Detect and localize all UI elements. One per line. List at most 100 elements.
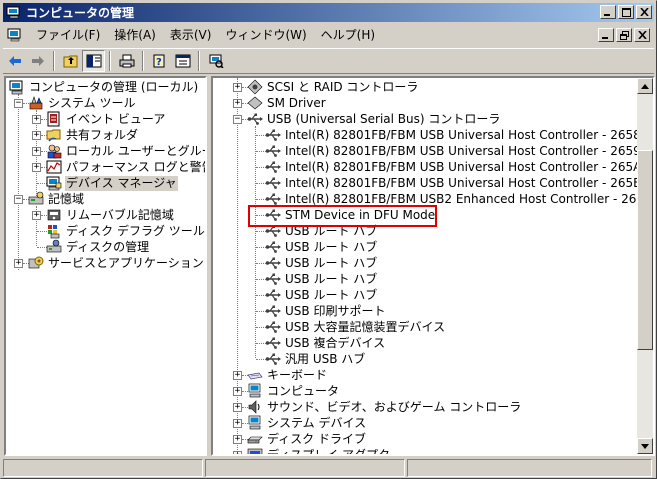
expand-category[interactable]: + (233, 387, 242, 396)
tree-item-disk-defrag[interactable]: ディスク デフラグ ツール (46, 223, 205, 239)
maximize-button[interactable] (618, 5, 634, 19)
device-item[interactable]: USB 印刷サポート (265, 303, 386, 319)
menu-action[interactable]: 操作(A) (107, 26, 163, 44)
scan-hardware-button[interactable] (204, 50, 227, 72)
tree-item-computer-management[interactable]: コンピュータの管理 (ローカル) (9, 79, 199, 95)
up-one-level-button[interactable] (59, 50, 82, 72)
expand-local-users[interactable]: + (32, 147, 41, 156)
device-item[interactable]: USB 大容量記憶装置デバイス (265, 319, 446, 335)
minimize-button[interactable] (600, 5, 616, 19)
back-button[interactable] (3, 50, 26, 72)
tree-connector (237, 78, 238, 454)
expand-category[interactable]: + (233, 435, 242, 444)
collapse-storage[interactable]: − (14, 195, 23, 204)
device-category[interactable]: SM Driver (247, 95, 327, 111)
minimize-icon (602, 37, 608, 39)
action-pane-button[interactable] (171, 50, 194, 72)
expand-event-viewer[interactable]: + (32, 115, 41, 124)
window-title: コンピュータの管理 (26, 6, 135, 20)
console-tree-pane[interactable]: コンピュータの管理 (ローカル) − システム ツール + イベント ビューア … (4, 76, 207, 456)
usb-icon (265, 159, 281, 175)
tree-item-performance-logs[interactable]: パフォーマンス ログと警告 (46, 159, 205, 175)
device-item[interactable]: Intel(R) 82801FB/FBM USB Universal Host … (265, 127, 642, 143)
child-restore-button[interactable] (616, 28, 632, 42)
tree-item-shared-folders[interactable]: 共有フォルダ (46, 127, 139, 143)
print-button[interactable] (115, 50, 138, 72)
expand-performance-logs[interactable]: + (32, 163, 41, 172)
child-close-button[interactable] (634, 28, 650, 42)
tree-item-device-manager[interactable]: デバイス マネージャ (46, 175, 178, 191)
computer-icon (247, 415, 263, 431)
help-button[interactable]: ? (148, 50, 171, 72)
tree-item-local-users-groups[interactable]: ローカル ユーザーとグループ (46, 143, 205, 159)
expand-category[interactable]: + (233, 403, 242, 412)
expand-category[interactable]: + (233, 99, 242, 108)
menu-view[interactable]: 表示(V) (163, 26, 219, 44)
forward-button[interactable] (26, 50, 49, 72)
tree-item-services-apps[interactable]: サービスとアプリケーション (28, 255, 205, 271)
expand-shared-folders[interactable]: + (32, 131, 41, 140)
vertical-scrollbar[interactable] (637, 78, 653, 454)
expand-category[interactable]: + (233, 83, 242, 92)
tree-connector (18, 94, 19, 270)
device-category[interactable]: SCSI と RAID コントローラ (247, 79, 419, 95)
device-tree-pane[interactable]: + SCSI と RAID コントローラ + SM Driver − USB (Unive… (211, 76, 655, 456)
device-category[interactable]: システム デバイス (247, 415, 367, 431)
svg-text:?: ? (156, 57, 162, 68)
tree-item-system-tools[interactable]: システム ツール (28, 95, 136, 111)
device-label: Intel(R) 82801FB/FBM USB Universal Host … (285, 175, 642, 190)
device-category[interactable]: ディスク ドライブ (247, 431, 367, 447)
expand-category[interactable]: + (233, 419, 242, 428)
scroll-down-button[interactable] (637, 438, 653, 454)
tree-item-event-viewer[interactable]: イベント ビューア (46, 111, 166, 127)
child-minimize-button[interactable] (598, 28, 614, 42)
show-tree-button[interactable] (82, 50, 105, 72)
expand-category[interactable]: + (233, 371, 242, 380)
toolbar: ? (3, 48, 654, 74)
expand-removable-storage[interactable]: + (32, 211, 41, 220)
device-item[interactable]: Intel(R) 82801FB/FBM USB Universal Host … (265, 143, 642, 159)
scroll-up-button[interactable] (637, 78, 653, 94)
device-label: SM Driver (267, 95, 326, 110)
device-item[interactable]: USB ルート ハブ (265, 239, 378, 255)
device-item[interactable]: Intel(R) 82801FB/FBM USB Universal Host … (265, 175, 642, 191)
close-button[interactable] (636, 5, 652, 19)
mmc-window-icon[interactable] (7, 27, 23, 43)
device-category[interactable]: キーボード (247, 367, 328, 383)
device-item[interactable]: USB ルート ハブ (265, 287, 378, 303)
menu-window[interactable]: ウィンドウ(W) (218, 26, 313, 44)
services-icon (28, 255, 44, 271)
menu-help[interactable]: ヘルプ(H) (314, 26, 382, 44)
device-category[interactable]: コンピュータ (247, 383, 340, 399)
usb-icon (265, 303, 281, 319)
expand-category[interactable]: + (233, 451, 242, 454)
usb-icon (265, 335, 281, 351)
arrow-down-icon (641, 443, 649, 449)
scroll-thumb[interactable] (637, 150, 653, 350)
expand-services-apps[interactable]: + (14, 259, 23, 268)
usb-icon (265, 287, 281, 303)
device-label: USB ルート ハブ (285, 287, 378, 302)
properties-pane-icon (175, 54, 190, 68)
device-category[interactable]: USB (Universal Serial Bus) コントローラ (247, 111, 501, 127)
device-label: 汎用 USB ハブ (285, 351, 366, 366)
collapse-category[interactable]: − (233, 115, 242, 124)
device-label: USB ルート ハブ (285, 239, 378, 254)
disk-drive-icon (247, 431, 263, 447)
menu-file[interactable]: ファイル(F) (29, 26, 107, 44)
device-item[interactable]: USB ルート ハブ (265, 255, 378, 271)
highlight-box (248, 205, 437, 227)
device-item[interactable]: Intel(R) 82801FB/FBM USB Universal Host … (265, 159, 642, 175)
users-icon (46, 143, 62, 159)
collapse-system-tools[interactable]: − (14, 99, 23, 108)
device-category[interactable]: サウンド、ビデオ、およびゲーム コントローラ (247, 399, 522, 415)
device-item[interactable]: USB 複合デバイス (265, 335, 386, 351)
device-category[interactable]: ディスプレイ アダプタ (247, 447, 391, 454)
device-item[interactable]: USB ルート ハブ (265, 271, 378, 287)
tree-item-storage[interactable]: 記憶域 (28, 191, 85, 207)
title-bar[interactable]: コンピュータの管理 (3, 3, 654, 22)
tree-item-removable-storage[interactable]: リムーバブル記憶域 (46, 207, 175, 223)
tree-item-disk-management[interactable]: ディスクの管理 (46, 239, 150, 255)
removable-storage-icon (46, 207, 62, 223)
device-item[interactable]: 汎用 USB ハブ (265, 351, 366, 367)
